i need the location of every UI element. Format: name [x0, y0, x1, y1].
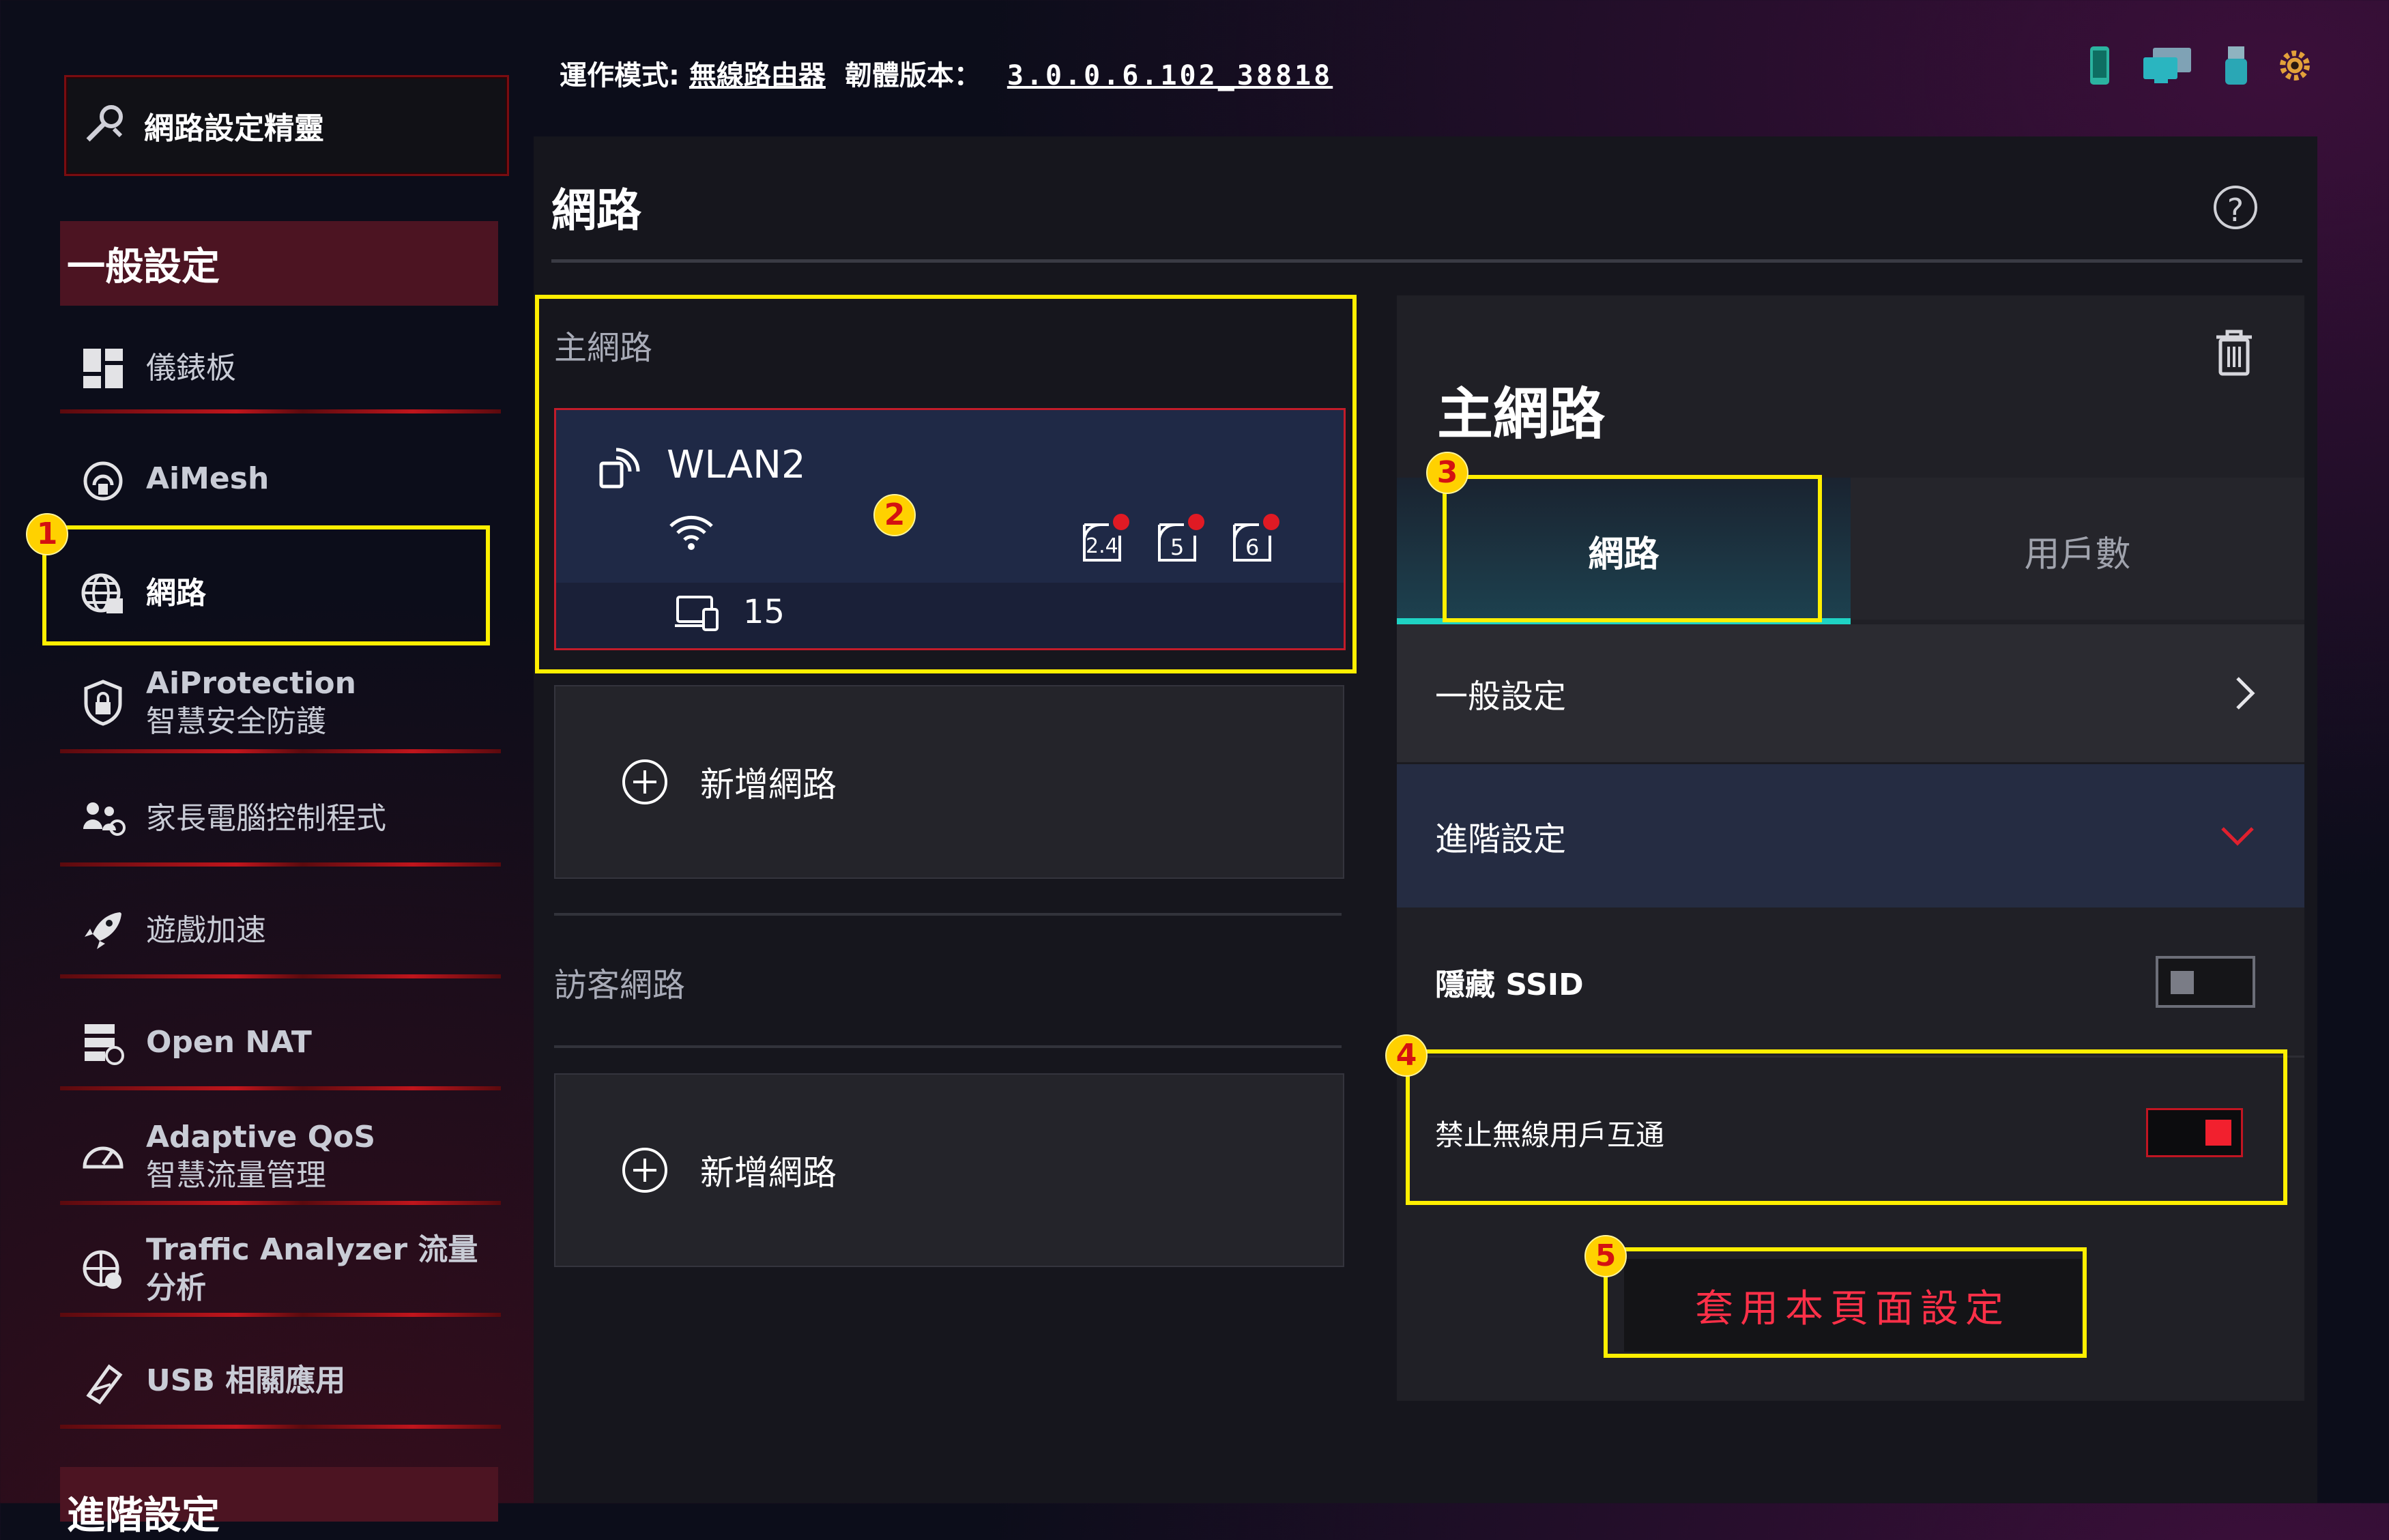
dashboard-icon	[83, 349, 123, 388]
mode-label: 運作模式:	[560, 60, 680, 91]
nav-divider	[60, 1201, 501, 1205]
sidebar-item-sublabel: 智慧流量管理	[146, 1158, 326, 1193]
sidebar-item-game-boost[interactable]: 遊戲加速	[60, 897, 501, 965]
sidebar-item-label: Traffic Analyzer 流量分析	[146, 1232, 478, 1305]
nav-divider	[60, 974, 501, 978]
section-advanced-label: 進階設定	[67, 1494, 220, 1538]
add-network-button[interactable]: 新增網路	[554, 685, 1344, 879]
sidebar-item-aimesh[interactable]: AiMesh	[60, 445, 501, 513]
section-divider	[554, 1045, 1342, 1048]
sidebar-item-usb[interactable]: USB 相關應用	[60, 1347, 501, 1415]
sidebar-item-label: 遊戲加速	[146, 913, 266, 948]
nav-divider	[60, 749, 501, 753]
open-nat-icon	[85, 1024, 124, 1065]
sidebar-item-aiprotection[interactable]: AiProtection 智慧安全防護	[60, 658, 501, 747]
add-circle-icon	[622, 759, 667, 804]
gear-icon[interactable]	[2277, 44, 2313, 87]
page-title: 網路	[551, 184, 641, 237]
sidebar-item-label: AiProtection	[146, 666, 356, 701]
system-info: 運作模式: 無線路由器 韌體版本： 3.0.0.6.102_38818	[560, 53, 1333, 93]
tab-clients-label: 用戶數	[2024, 534, 2131, 575]
trash-icon[interactable]	[2214, 329, 2255, 377]
sidebar-item-label: 儀錶板	[146, 351, 236, 386]
add-circle-icon	[622, 1148, 667, 1193]
chevron-down-icon	[2221, 827, 2254, 846]
sidebar-item-open-nat[interactable]: Open NAT	[60, 1008, 501, 1077]
sidebar-item-adaptive-qos[interactable]: Adaptive QoS 智慧流量管理	[60, 1112, 501, 1201]
firmware-link[interactable]: 3.0.0.6.102_38818	[1007, 60, 1333, 91]
nav-divider	[60, 1086, 501, 1090]
add-guest-network-label: 新增網路	[700, 1153, 837, 1193]
sidebar-item-traffic-analyzer[interactable]: Traffic Analyzer 流量分析	[60, 1232, 501, 1305]
wizard-label: 網路設定精靈	[144, 111, 324, 146]
clients-icon[interactable]	[2141, 44, 2195, 87]
callout-badge-1: 1	[26, 513, 68, 555]
usb-app-icon	[86, 1364, 123, 1405]
section-advanced-settings: 進階設定	[60, 1467, 498, 1538]
callout-box-3	[1443, 475, 1822, 622]
help-icon[interactable]: ?	[2214, 186, 2257, 229]
guest-network-label: 訪客網路	[554, 966, 686, 1004]
callout-badge-5: 5	[1584, 1235, 1627, 1277]
wizard-icon	[86, 105, 123, 142]
callout-box-2	[535, 295, 1357, 673]
rocket-icon	[85, 912, 121, 949]
sidebar-item-label: AiMesh	[146, 461, 270, 496]
status-icons	[2082, 44, 2313, 87]
phone-icon[interactable]	[2082, 44, 2117, 87]
sidebar-item-sublabel: 智慧安全防護	[146, 704, 326, 739]
network-wizard-button[interactable]: 網路設定精靈	[64, 75, 509, 176]
sidebar-item-parental-control[interactable]: 家長電腦控制程式	[60, 785, 501, 853]
parental-control-icon	[83, 802, 126, 836]
sidebar-item-label: USB 相關應用	[146, 1363, 346, 1398]
aimesh-icon	[83, 461, 123, 501]
sidebar-item-label: Open NAT	[146, 1025, 312, 1060]
title-divider	[551, 259, 2302, 263]
toggle-knob	[2171, 970, 2194, 994]
callout-badge-2: 2	[873, 494, 916, 536]
usb-icon[interactable]	[2218, 44, 2254, 87]
nav-divider	[60, 1313, 501, 1317]
sidebar-item-label: 家長電腦控制程式	[146, 801, 386, 836]
sidebar-item-dashboard[interactable]: 儀錶板	[60, 334, 501, 403]
section-general-label: 一般設定	[67, 244, 220, 289]
general-settings-row[interactable]: 一般設定	[1397, 624, 2304, 764]
sidebar-item-label: Adaptive QoS	[146, 1120, 376, 1154]
add-network-label: 新增網路	[700, 765, 837, 804]
detail-title: 主網路	[1437, 382, 1606, 447]
general-settings-label: 一般設定	[1435, 678, 1567, 716]
callout-badge-3: 3	[1426, 452, 1468, 494]
speedometer-icon	[83, 1146, 124, 1169]
callout-badge-4: 4	[1385, 1034, 1428, 1077]
section-divider	[554, 913, 1342, 916]
traffic-analyzer-icon	[83, 1250, 121, 1289]
nav-divider	[60, 1425, 501, 1429]
add-guest-network-button[interactable]: 新增網路	[554, 1073, 1344, 1267]
nav-divider	[60, 409, 501, 413]
callout-box-5	[1604, 1247, 2087, 1358]
callout-box-4	[1406, 1049, 2287, 1205]
callout-box-1	[42, 525, 490, 645]
hide-ssid-label: 隱藏 SSID	[1435, 967, 1584, 1002]
advanced-settings-row[interactable]: 進階設定	[1397, 764, 2304, 907]
nav-divider	[60, 862, 501, 867]
chevron-right-icon	[2236, 677, 2255, 710]
hide-ssid-toggle[interactable]	[2156, 955, 2255, 1008]
advanced-settings-label: 進階設定	[1435, 820, 1567, 858]
mode-link[interactable]: 無線路由器	[689, 60, 826, 91]
firmware-label: 韌體版本：	[844, 60, 981, 91]
hide-ssid-row: 隱藏 SSID	[1397, 907, 2304, 1058]
section-general-settings: 一般設定	[60, 221, 498, 306]
shield-lock-icon	[84, 680, 122, 726]
